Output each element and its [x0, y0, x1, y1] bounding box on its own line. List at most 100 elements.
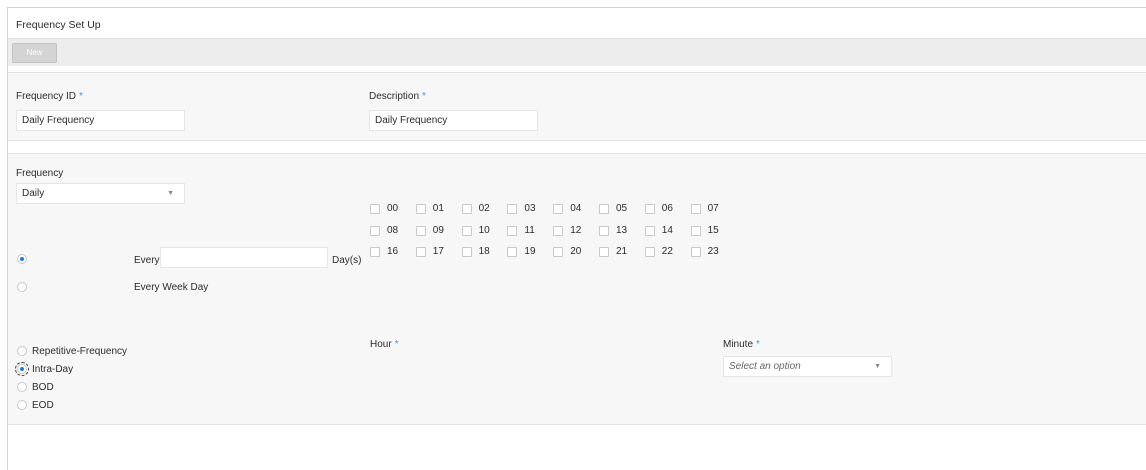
every-days-radio[interactable] — [17, 254, 27, 264]
frequency-id-label: Frequency ID * — [16, 91, 83, 102]
bod-radio[interactable] — [17, 382, 27, 392]
hour-checkbox[interactable] — [415, 225, 426, 236]
hour-option-16[interactable]: 16 — [370, 246, 416, 260]
hour-option-03[interactable]: 03 — [507, 203, 553, 217]
eod-radio[interactable] — [17, 400, 27, 410]
hour-checkbox[interactable] — [690, 204, 701, 214]
hour-option-18[interactable]: 18 — [461, 246, 508, 260]
hour-option-label: 14 — [661, 224, 673, 236]
hour-checkbox[interactable] — [599, 204, 609, 214]
hour-checkbox[interactable] — [644, 225, 655, 236]
every-week-day-label: Every Week Day — [134, 282, 209, 293]
required-indicator: * — [79, 91, 83, 102]
hour-checkbox[interactable] — [599, 247, 609, 257]
required-indicator: * — [422, 91, 426, 102]
hour-option-10[interactable]: 10 — [461, 225, 508, 239]
hour-option-label: 11 — [524, 224, 535, 236]
hour-checkbox[interactable] — [690, 247, 701, 257]
frequency-label: Frequency — [16, 168, 64, 179]
hour-checkbox[interactable] — [507, 225, 518, 236]
hour-option-label: 12 — [570, 224, 582, 236]
hour-option-label: 03 — [524, 203, 536, 214]
hour-option-11[interactable]: 11 — [507, 225, 553, 239]
hour-option-15[interactable]: 15 — [690, 224, 737, 239]
hour-option-02[interactable]: 02 — [461, 203, 508, 217]
hour-option-label: 18 — [478, 246, 490, 257]
hour-option-label: 23 — [707, 246, 719, 257]
hour-option-07[interactable]: 07 — [690, 203, 737, 217]
hour-checkbox[interactable] — [553, 247, 564, 257]
hour-option-label: 21 — [616, 246, 628, 257]
hour-checkbox[interactable] — [461, 225, 472, 236]
new-button[interactable]: New — [12, 43, 57, 63]
hour-checkbox[interactable] — [415, 247, 426, 257]
hour-checkbox[interactable] — [461, 204, 472, 214]
hour-option-09[interactable]: 09 — [415, 224, 462, 239]
hour-checkbox[interactable] — [644, 247, 655, 257]
hour-checkbox[interactable] — [599, 225, 609, 236]
hour-option-23[interactable]: 23 — [690, 246, 737, 260]
hour-option-label: 01 — [432, 203, 444, 214]
hour-option-00[interactable]: 00 — [370, 203, 416, 217]
hour-checkbox[interactable] — [553, 225, 564, 236]
description-field[interactable]: Daily Frequency — [369, 110, 538, 131]
hour-option-label: 16 — [387, 246, 399, 257]
frequency-id-field[interactable]: Daily Frequency — [16, 110, 185, 131]
description-label: Description * — [369, 91, 426, 102]
hour-option-label: 19 — [524, 246, 536, 257]
hour-option-label: 22 — [661, 246, 673, 257]
required-indicator: * — [394, 339, 399, 350]
hour-option-label: 04 — [570, 203, 582, 214]
required-indicator: * — [756, 339, 760, 350]
hour-option-14[interactable]: 14 — [644, 224, 691, 239]
hour-option-label: 09 — [432, 224, 444, 236]
hour-option-21[interactable]: 21 — [599, 246, 645, 260]
hour-checkbox[interactable] — [370, 247, 380, 257]
hour-option-06[interactable]: 06 — [644, 203, 691, 217]
frequency-select[interactable]: Daily ▼ — [16, 183, 185, 204]
hour-option-20[interactable]: 20 — [553, 246, 599, 260]
days-suffix-label: Day(s) — [332, 255, 362, 266]
hour-option-label: 06 — [661, 203, 673, 214]
chevron-down-icon: ▼ — [167, 190, 174, 197]
eod-label: EOD — [32, 400, 54, 411]
page-title: Frequency Set Up — [16, 19, 101, 31]
hour-option-01[interactable]: 01 — [415, 203, 462, 217]
hour-checkbox[interactable] — [553, 204, 564, 214]
hour-option-label: 08 — [387, 224, 399, 236]
hour-option-22[interactable]: 22 — [644, 246, 691, 260]
chevron-down-icon: ▼ — [874, 363, 881, 370]
hour-option-label: 15 — [707, 224, 719, 236]
frequency-selected-value: Daily — [22, 188, 45, 199]
every-week-day-radio[interactable] — [17, 282, 27, 292]
minute-label: Minute * — [723, 339, 760, 350]
hour-option-label: 20 — [570, 246, 582, 257]
minute-select[interactable]: Select an option ▼ — [723, 356, 892, 377]
header-fields-panel: Frequency ID * Daily Frequency Descriptio… — [8, 72, 1146, 141]
repetitive-frequency-radio[interactable] — [17, 346, 27, 356]
hour-option-04[interactable]: 04 — [553, 203, 599, 217]
hour-option-19[interactable]: 19 — [507, 246, 553, 260]
hour-checkbox[interactable] — [690, 225, 701, 236]
every-days-input[interactable] — [160, 247, 328, 268]
hour-checkbox[interactable] — [370, 204, 380, 214]
hour-option-label: 07 — [707, 203, 719, 214]
hour-option-08[interactable]: 08 — [370, 225, 416, 239]
toolbar: New — [8, 38, 1146, 66]
intra-day-radio[interactable] — [15, 362, 29, 376]
hour-checkbox[interactable] — [370, 225, 380, 236]
hour-option-label: 05 — [616, 203, 628, 214]
hour-checkbox[interactable] — [507, 247, 518, 257]
hour-option-05[interactable]: 05 — [599, 203, 645, 217]
hour-option-label: 00 — [387, 203, 399, 214]
intra-day-label: Intra-Day — [32, 364, 74, 375]
hour-checkbox[interactable] — [644, 204, 655, 214]
hour-option-12[interactable]: 12 — [553, 225, 599, 239]
hour-option-label: 13 — [616, 224, 628, 236]
hour-option-17[interactable]: 17 — [415, 246, 462, 260]
hour-option-13[interactable]: 13 — [599, 225, 645, 239]
hour-checkbox[interactable] — [415, 204, 426, 214]
hour-checkbox[interactable] — [507, 204, 518, 214]
hour-label: Hour * — [370, 339, 399, 350]
hour-checkbox[interactable] — [461, 247, 472, 257]
